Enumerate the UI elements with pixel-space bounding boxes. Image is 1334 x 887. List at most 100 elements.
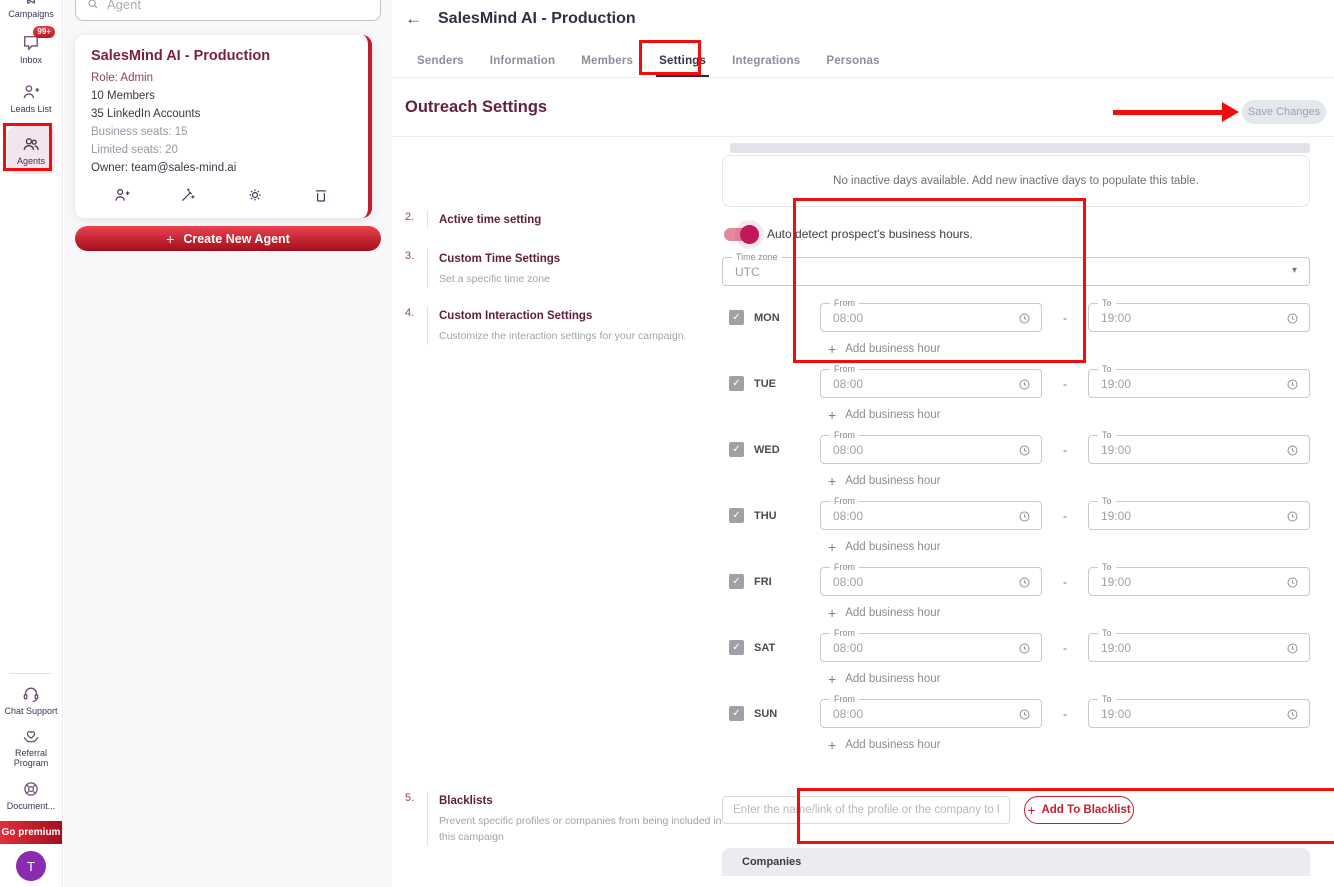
from-time-input[interactable] — [821, 443, 991, 457]
clock-icon[interactable] — [1285, 377, 1300, 392]
agent-card[interactable]: SalesMind AI - Production Role: Admin 10… — [75, 35, 372, 218]
back-arrow-icon[interactable]: ← — [405, 9, 422, 29]
tab-senders[interactable]: Senders — [404, 44, 477, 77]
to-time-input[interactable] — [1089, 311, 1259, 325]
from-time-input[interactable] — [821, 377, 991, 391]
day-checkbox[interactable]: ✓ — [729, 442, 744, 457]
clock-icon[interactable] — [1017, 311, 1032, 326]
tab-members[interactable]: Members — [568, 44, 646, 77]
from-time-field[interactable]: From — [820, 699, 1042, 728]
blacklist-input-field[interactable] — [722, 796, 1010, 824]
item-title: Custom Interaction Settings — [439, 310, 592, 322]
from-label: From — [830, 562, 859, 572]
add-business-hour-button[interactable]: + Add business hour — [828, 671, 1310, 687]
day-checkbox[interactable]: ✓ — [729, 508, 744, 523]
add-business-hour-button[interactable]: + Add business hour — [828, 473, 1310, 489]
to-time-field[interactable]: To — [1088, 303, 1310, 332]
clock-icon[interactable] — [1017, 377, 1032, 392]
clock-icon[interactable] — [1017, 641, 1032, 656]
to-time-input[interactable] — [1089, 641, 1259, 655]
sidebar-item-chat-support[interactable]: Chat Support — [4, 684, 57, 716]
add-business-hour-button[interactable]: + Add business hour — [828, 605, 1310, 621]
clock-icon[interactable] — [1017, 707, 1032, 722]
to-time-input[interactable] — [1089, 377, 1259, 391]
from-time-field[interactable]: From — [820, 633, 1042, 662]
clock-icon[interactable] — [1285, 575, 1300, 590]
add-business-hour-button[interactable]: + Add business hour — [828, 341, 1310, 357]
to-time-input[interactable] — [1089, 443, 1259, 457]
to-time-field[interactable]: To — [1088, 633, 1310, 662]
clock-icon[interactable] — [1285, 443, 1300, 458]
to-time-input[interactable] — [1089, 707, 1259, 721]
sidebar-item-campaigns[interactable]: Campaigns — [8, 0, 54, 19]
clock-icon[interactable] — [1017, 509, 1032, 524]
time-range-dash: - — [1042, 641, 1088, 655]
clock-icon[interactable] — [1017, 575, 1032, 590]
timezone-label: Time zone — [732, 252, 782, 262]
save-changes-button[interactable]: Save Changes — [1242, 100, 1326, 124]
magic-wand-icon[interactable] — [179, 186, 197, 204]
person-add-icon — [21, 82, 41, 102]
clock-icon[interactable] — [1285, 509, 1300, 524]
from-time-field[interactable]: From — [820, 369, 1042, 398]
tab-settings[interactable]: Settings — [646, 44, 719, 77]
toggle-thumb — [740, 225, 759, 244]
add-business-hour-button[interactable]: + Add business hour — [828, 539, 1310, 555]
to-time-field[interactable]: To — [1088, 501, 1310, 530]
to-time-field[interactable]: To — [1088, 435, 1310, 464]
blacklist-input[interactable] — [723, 804, 1009, 816]
tab-information[interactable]: Information — [477, 44, 568, 77]
from-time-input[interactable] — [821, 575, 991, 589]
from-time-input[interactable] — [821, 641, 991, 655]
go-premium-button[interactable]: Go premium — [0, 821, 63, 844]
to-label: To — [1098, 298, 1116, 308]
timezone-select[interactable]: Time zone UTC ▾ — [722, 257, 1310, 286]
to-time-input[interactable] — [1089, 509, 1259, 523]
clock-icon[interactable] — [1285, 311, 1300, 326]
auto-detect-toggle[interactable] — [724, 228, 756, 241]
to-time-field[interactable]: To — [1088, 369, 1310, 398]
day-checkbox[interactable]: ✓ — [729, 706, 744, 721]
agent-search-field[interactable] — [75, 0, 381, 21]
sidebar-item-leads-list[interactable]: Leads List — [10, 82, 51, 114]
clock-icon[interactable] — [1285, 641, 1300, 656]
from-time-field[interactable]: From — [820, 567, 1042, 596]
settings-section-nav: 2. Active time setting 3. Custom Time Se… — [405, 210, 705, 366]
settings-nav-item-custom-interaction[interactable]: 4. Custom Interaction Settings Customize… — [405, 306, 705, 345]
add-business-hour-button[interactable]: + Add business hour — [828, 407, 1310, 423]
from-time-field[interactable]: From — [820, 501, 1042, 530]
user-avatar[interactable]: T — [16, 851, 46, 881]
from-time-field[interactable]: From — [820, 435, 1042, 464]
tab-personas[interactable]: Personas — [813, 44, 892, 77]
tab-integrations[interactable]: Integrations — [719, 44, 813, 77]
agent-search-input[interactable] — [107, 0, 370, 12]
from-time-input[interactable] — [821, 509, 991, 523]
from-time-input[interactable] — [821, 707, 991, 721]
clock-icon[interactable] — [1017, 443, 1032, 458]
add-to-blacklist-button[interactable]: + Add To Blacklist — [1024, 796, 1134, 824]
sidebar-item-referral-program[interactable]: Referral Program — [0, 726, 62, 769]
agent-card-role: Role: Admin — [91, 72, 352, 84]
gear-icon[interactable] — [246, 186, 264, 204]
settings-nav-item-active-time[interactable]: 2. Active time setting — [405, 210, 705, 228]
item-number: 4. — [405, 306, 423, 345]
sidebar-item-inbox[interactable]: 99+ Inbox — [20, 33, 42, 65]
sidebar-item-label: Inbox — [20, 55, 42, 65]
trash-icon[interactable] — [312, 186, 330, 204]
day-checkbox[interactable]: ✓ — [729, 310, 744, 325]
clock-icon[interactable] — [1285, 707, 1300, 722]
create-new-agent-button[interactable]: + Create New Agent — [75, 226, 381, 251]
from-time-input[interactable] — [821, 311, 991, 325]
to-time-input[interactable] — [1089, 575, 1259, 589]
to-time-field[interactable]: To — [1088, 567, 1310, 596]
add-business-hour-button[interactable]: + Add business hour — [828, 737, 1310, 753]
day-checkbox[interactable]: ✓ — [729, 574, 744, 589]
from-time-field[interactable]: From — [820, 303, 1042, 332]
settings-nav-item-custom-time[interactable]: 3. Custom Time Settings Set a specific t… — [405, 249, 705, 288]
sidebar-item-documentation[interactable]: Document... — [7, 779, 56, 811]
day-checkbox[interactable]: ✓ — [729, 640, 744, 655]
to-time-field[interactable]: To — [1088, 699, 1310, 728]
day-checkbox[interactable]: ✓ — [729, 376, 744, 391]
sidebar-item-agents[interactable]: Agents — [7, 126, 55, 174]
add-member-icon[interactable] — [113, 186, 131, 204]
